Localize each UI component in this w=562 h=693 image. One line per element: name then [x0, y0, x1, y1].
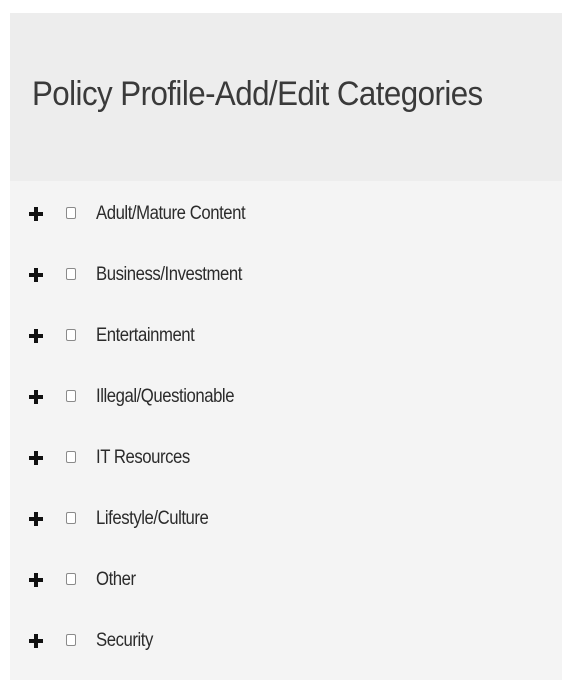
category-checkbox[interactable]: [66, 512, 76, 524]
category-item-other: Other: [10, 569, 562, 632]
category-checkbox[interactable]: [66, 329, 76, 341]
category-label[interactable]: IT Resources: [96, 447, 190, 469]
category-label[interactable]: Illegal/Questionable: [96, 386, 235, 408]
category-item-illegal-questionable: Illegal/Questionable: [10, 386, 562, 449]
category-label[interactable]: Security: [96, 630, 153, 652]
category-item-business-investment: Business/Investment: [10, 264, 562, 327]
plus-icon[interactable]: [29, 512, 43, 526]
category-label[interactable]: Entertainment: [96, 325, 195, 347]
plus-icon[interactable]: [29, 634, 43, 648]
category-tree: Adult/Mature Content Business/Investment…: [10, 181, 562, 693]
category-label[interactable]: Lifestyle/Culture: [96, 508, 209, 530]
category-item-it-resources: IT Resources: [10, 447, 562, 510]
categories-panel: Policy Profile-Add/Edit Categories Adult…: [10, 13, 562, 680]
category-checkbox[interactable]: [66, 451, 76, 463]
category-item-lifestyle-culture: Lifestyle/Culture: [10, 508, 562, 571]
plus-icon[interactable]: [29, 329, 43, 343]
category-label[interactable]: Adult/Mature Content: [96, 203, 246, 225]
category-label[interactable]: Other: [96, 569, 136, 591]
plus-icon[interactable]: [29, 207, 43, 221]
category-checkbox[interactable]: [66, 573, 76, 585]
panel-header: Policy Profile-Add/Edit Categories: [10, 13, 562, 181]
plus-icon[interactable]: [29, 390, 43, 404]
plus-icon[interactable]: [29, 451, 43, 465]
category-item-entertainment: Entertainment: [10, 325, 562, 388]
plus-icon[interactable]: [29, 268, 43, 282]
page-title: Policy Profile-Add/Edit Categories: [32, 74, 483, 113]
category-checkbox[interactable]: [66, 634, 76, 646]
category-checkbox[interactable]: [66, 268, 76, 280]
category-item-adult-mature-content: Adult/Mature Content: [10, 203, 562, 266]
category-label[interactable]: Business/Investment: [96, 264, 242, 286]
category-checkbox[interactable]: [66, 207, 76, 219]
category-checkbox[interactable]: [66, 390, 76, 402]
category-item-security: Security: [10, 630, 562, 693]
plus-icon[interactable]: [29, 573, 43, 587]
